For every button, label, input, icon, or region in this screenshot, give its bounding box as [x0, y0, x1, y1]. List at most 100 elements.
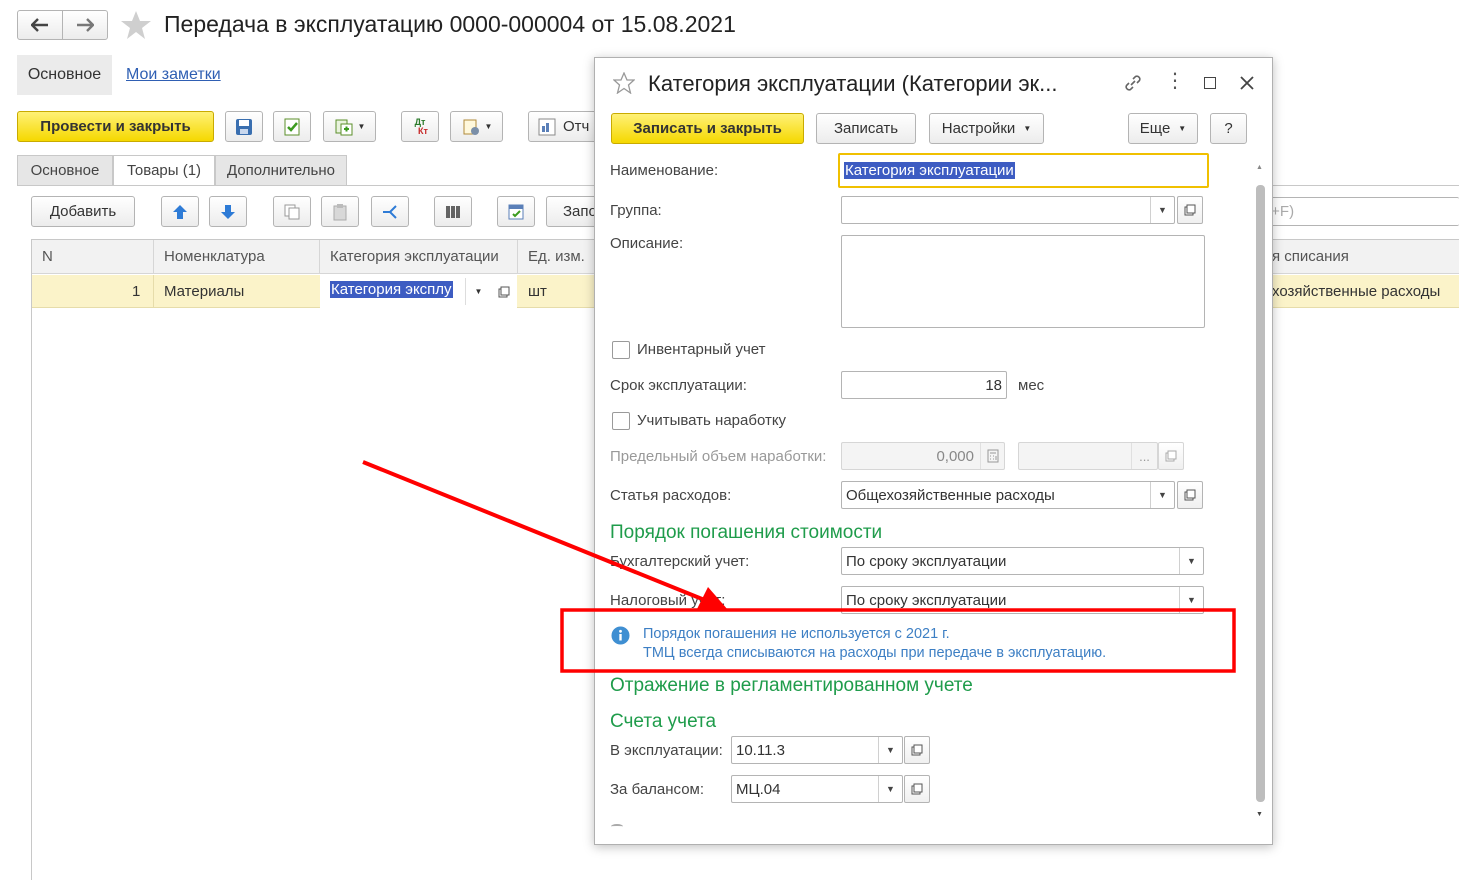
tab-goods[interactable]: Товары (1): [113, 155, 215, 185]
inventory-checkbox[interactable]: [612, 341, 630, 359]
save-and-close-button[interactable]: Записать и закрыть: [611, 113, 804, 144]
expense-input[interactable]: Общехозяйственные расходы ▼: [841, 481, 1175, 509]
in-use-account-value: 10.11.3: [736, 741, 785, 759]
tab-main-label: Основное: [30, 162, 100, 179]
limit-unit-open-button[interactable]: [1158, 442, 1184, 470]
dialog-title: Категория эксплуатации (Категории эк...: [648, 71, 1058, 96]
create-based-icon: [335, 119, 353, 135]
term-unit: мес: [1018, 377, 1045, 394]
expense-open-button[interactable]: [1177, 481, 1203, 509]
description-textarea[interactable]: [841, 235, 1205, 328]
col-header-n[interactable]: N: [42, 248, 53, 265]
create-based-on-button[interactable]: ▼: [323, 111, 376, 142]
tax-select-value: По сроку эксплуатации: [846, 591, 1007, 609]
group-input[interactable]: ▼: [841, 196, 1175, 224]
cell-category-editor[interactable]: Категория эксплу ▼: [320, 275, 517, 308]
floppy-icon: [236, 118, 252, 135]
calculator-button[interactable]: [980, 443, 1004, 469]
accounting-select[interactable]: По сроку эксплуатации ▼: [841, 547, 1204, 575]
calculator-icon: [987, 449, 998, 463]
offbalance-open-button[interactable]: [904, 775, 930, 803]
tax-label: Налоговый учет:: [610, 592, 726, 609]
nav-link-notes[interactable]: Мои заметки: [126, 66, 221, 84]
ellipsis-icon: ...: [1139, 448, 1150, 464]
dialog-scrollbar-thumb[interactable]: [1256, 185, 1265, 802]
save-button[interactable]: Записать: [816, 113, 916, 144]
settings-button[interactable]: Настройки ▼: [929, 113, 1044, 144]
group-dropdown[interactable]: ▼: [1150, 197, 1174, 223]
section-repay-title: Порядок погашения стоимости: [610, 522, 883, 543]
cell-category-value[interactable]: Категория эксплу: [330, 281, 458, 301]
scroll-down-icon[interactable]: ▼: [1256, 811, 1263, 818]
runtime-label[interactable]: Учитывать наработку: [637, 412, 786, 429]
accounting-dropdown[interactable]: ▼: [1179, 548, 1203, 574]
tax-select[interactable]: По сроку эксплуатации ▼: [841, 586, 1204, 614]
chevron-down-icon: ▼: [1023, 124, 1032, 133]
copy-row-button[interactable]: [273, 196, 311, 227]
arrow-up-icon: [173, 204, 187, 219]
tab-goods-label: Товары (1): [126, 162, 202, 179]
close-icon[interactable]: [1239, 75, 1255, 91]
offbalance-dropdown[interactable]: ▼: [878, 776, 902, 802]
tab-additional-label: Дополнительно: [227, 162, 335, 179]
post-and-close-button[interactable]: Провести и закрыть: [17, 111, 214, 142]
dtkt-button[interactable]: Дт Кт: [401, 111, 439, 142]
limit-unit-select-button[interactable]: ...: [1131, 443, 1157, 469]
add-row-button[interactable]: Добавить: [31, 196, 135, 227]
move-down-button[interactable]: [209, 196, 247, 227]
move-up-button[interactable]: [161, 196, 199, 227]
in-use-account-input[interactable]: 10.11.3 ▼: [731, 736, 903, 764]
link-icon[interactable]: [1123, 73, 1143, 93]
open-window-icon: [911, 744, 923, 756]
name-input-value: Категория эксплуатации: [844, 162, 1015, 179]
forward-button[interactable]: [62, 10, 108, 40]
tab-main[interactable]: Основное: [17, 155, 113, 185]
maximize-icon[interactable]: [1204, 77, 1216, 89]
nav-tab-main[interactable]: Основное: [17, 55, 112, 95]
more-vertical-icon[interactable]: ⋮: [1165, 71, 1185, 91]
col-header-writeoff[interactable]: я списания: [1272, 248, 1349, 265]
section-accounts-title: Счета учета: [610, 711, 717, 732]
in-use-open-button[interactable]: [904, 736, 930, 764]
inventory-label[interactable]: Инвентарный учет: [637, 341, 766, 358]
col-header-category[interactable]: Категория эксплуатации: [330, 248, 499, 265]
star-outline-icon[interactable]: [613, 72, 635, 94]
name-input[interactable]: Категория эксплуатации: [838, 153, 1209, 188]
name-label: Наименование:: [610, 162, 719, 179]
scroll-up-icon[interactable]: ▲: [1256, 164, 1263, 171]
expense-input-value: Общехозяйственные расходы: [846, 486, 1055, 504]
term-input[interactable]: 18: [841, 371, 1007, 399]
runtime-checkbox[interactable]: [612, 412, 630, 430]
pick-button[interactable]: [497, 196, 535, 227]
cell-writeoff: хозяйственные расходы: [1272, 283, 1441, 300]
info-text-line1: Порядок погашения не используется с 2021…: [643, 626, 950, 642]
back-button[interactable]: [17, 10, 63, 40]
star-icon[interactable]: [120, 10, 152, 40]
post-document-icon: [284, 118, 300, 135]
save-doc-button[interactable]: [225, 111, 263, 142]
help-button[interactable]: ?: [1210, 113, 1247, 144]
more-button[interactable]: Еще ▼: [1128, 113, 1198, 144]
col-header-item[interactable]: Номенклатура: [164, 248, 265, 265]
group-open-button[interactable]: [1177, 196, 1203, 224]
col-header-unit[interactable]: Ед. изм.: [528, 248, 585, 265]
limit-input[interactable]: 0,000: [841, 442, 1005, 470]
paste-row-button[interactable]: [321, 196, 359, 227]
print-button[interactable]: ▼: [450, 111, 503, 142]
in-use-dropdown[interactable]: ▼: [878, 737, 902, 763]
cell-category-open[interactable]: [491, 278, 517, 305]
offbalance-account-input[interactable]: МЦ.04 ▼: [731, 775, 903, 803]
cell-category-dropdown[interactable]: ▼: [465, 278, 491, 305]
post-button[interactable]: [273, 111, 311, 142]
table-search-input[interactable]: I+F): [1262, 197, 1459, 226]
term-label: Срок эксплуатации:: [610, 377, 747, 394]
copy-icon: [284, 204, 300, 219]
distribute-button[interactable]: [371, 196, 409, 227]
barcode-button[interactable]: [434, 196, 472, 227]
expense-label: Статья расходов:: [610, 487, 732, 504]
tab-additional[interactable]: Дополнительно: [215, 155, 347, 185]
limit-unit-input[interactable]: ...: [1018, 442, 1158, 470]
expense-dropdown[interactable]: ▼: [1150, 482, 1174, 508]
tax-dropdown[interactable]: ▼: [1179, 587, 1203, 613]
limit-label: Предельный объем наработки:: [610, 448, 827, 465]
